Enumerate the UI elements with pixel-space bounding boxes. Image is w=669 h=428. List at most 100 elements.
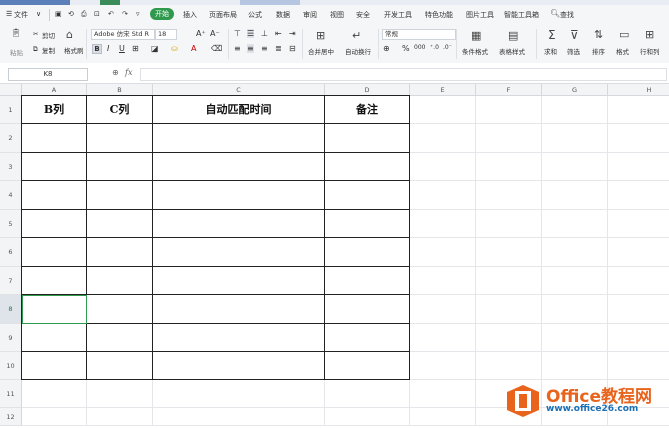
cell[interactable] [608, 96, 669, 124]
border-icon[interactable]: ⊞ [132, 44, 139, 53]
table-header-cell[interactable]: 备注 [325, 96, 410, 124]
row-header[interactable]: 6 [0, 238, 22, 267]
cell[interactable] [476, 267, 542, 295]
tab-security[interactable]: 安全 [356, 10, 370, 20]
currency-icon[interactable]: ⊕ [383, 44, 390, 53]
align-left-icon[interactable]: ≡ [234, 44, 241, 53]
conditional-format-button[interactable]: 条件格式 [462, 46, 488, 56]
cell[interactable] [410, 210, 476, 238]
row-header[interactable]: 1 [0, 96, 22, 124]
save-icon[interactable]: ▣ [55, 10, 62, 18]
cell[interactable] [476, 210, 542, 238]
tab-insert[interactable]: 插入 [183, 10, 197, 20]
cell[interactable] [410, 238, 476, 267]
cell[interactable] [325, 408, 410, 426]
row-col-icon[interactable]: ⊞ [645, 28, 654, 41]
zoom-icon[interactable]: ⊕ [112, 68, 119, 77]
table-cell[interactable] [153, 295, 325, 324]
italic-button[interactable]: I [107, 44, 109, 53]
undo-history-icon[interactable]: ⟲ [68, 10, 74, 18]
font-name-select[interactable]: Adobe 仿宋 Std R [91, 29, 155, 40]
fill-color-icon[interactable]: ◪ [151, 44, 159, 53]
wrap-text-icon[interactable]: ↵ [352, 29, 361, 42]
table-header-cell[interactable]: B列 [22, 96, 87, 124]
column-header[interactable]: D [325, 84, 410, 96]
table-cell[interactable] [153, 238, 325, 267]
table-cell[interactable] [325, 210, 410, 238]
table-style-button[interactable]: 表格样式 [499, 46, 525, 56]
cell[interactable] [476, 124, 542, 153]
align-center-icon[interactable]: ≡ [247, 44, 254, 53]
cell[interactable] [542, 352, 608, 380]
cell[interactable] [410, 324, 476, 352]
tab-picture-tools[interactable]: 图片工具 [466, 10, 494, 20]
cell[interactable] [410, 408, 476, 426]
merge-center-icon[interactable]: ⊞ [316, 29, 325, 42]
justify-icon[interactable]: ≣ [275, 44, 282, 53]
table-cell[interactable] [87, 352, 153, 380]
table-cell[interactable] [153, 210, 325, 238]
increase-font-icon[interactable]: A⁺ [196, 29, 206, 38]
table-cell[interactable] [153, 153, 325, 181]
row-header[interactable]: 4 [0, 181, 22, 210]
cell[interactable] [476, 96, 542, 124]
table-cell[interactable] [22, 153, 87, 181]
table-cell[interactable] [325, 124, 410, 153]
font-size-select[interactable]: 18 [155, 29, 177, 40]
table-cell[interactable] [87, 295, 153, 324]
quick-access-dropdown-icon[interactable]: ▿ [136, 10, 140, 18]
tab-review[interactable]: 审阅 [303, 10, 317, 20]
align-bottom-icon[interactable]: ⊥ [261, 29, 268, 38]
table-cell[interactable] [22, 352, 87, 380]
table-cell[interactable] [325, 295, 410, 324]
tab-smart-toolbox[interactable]: 智能工具箱 [504, 10, 539, 20]
table-cell[interactable] [153, 352, 325, 380]
cell[interactable] [608, 238, 669, 267]
cell[interactable] [608, 324, 669, 352]
tab-view[interactable]: 视图 [330, 10, 344, 20]
cell[interactable] [542, 181, 608, 210]
column-header[interactable]: B [87, 84, 153, 96]
row-header[interactable]: 8 [0, 295, 22, 324]
sum-icon[interactable]: Σ [548, 28, 556, 42]
table-cell[interactable] [22, 267, 87, 295]
sort-icon[interactable]: ⇅ [594, 28, 603, 41]
cell[interactable] [410, 153, 476, 181]
cell[interactable] [608, 267, 669, 295]
cell[interactable] [153, 380, 325, 408]
decrease-decimal-icon[interactable]: .0⁻ [443, 44, 452, 51]
clear-format-icon[interactable]: ⌫ [211, 44, 222, 53]
row-header[interactable]: 5 [0, 210, 22, 238]
cell[interactable] [608, 153, 669, 181]
menu-hamburger-icon[interactable]: ☰ [6, 10, 12, 18]
cell[interactable] [542, 153, 608, 181]
tab-data[interactable]: 数据 [276, 10, 290, 20]
fx-icon[interactable]: fx [125, 68, 132, 77]
decrease-font-icon[interactable]: A⁻ [210, 29, 220, 38]
cell[interactable] [22, 408, 87, 426]
table-cell[interactable] [153, 181, 325, 210]
table-cell[interactable] [22, 124, 87, 153]
cell[interactable] [87, 380, 153, 408]
formula-input[interactable] [140, 68, 667, 81]
cell[interactable] [542, 210, 608, 238]
column-header[interactable]: A [22, 84, 87, 96]
cell[interactable] [87, 408, 153, 426]
table-style-icon[interactable]: ▤ [508, 29, 518, 42]
align-middle-icon[interactable]: ☰ [247, 29, 255, 38]
chevron-down-icon[interactable]: ∨ [36, 10, 41, 18]
thousands-icon[interactable]: 000 [414, 44, 425, 51]
percent-icon[interactable]: % [402, 44, 410, 53]
column-header[interactable]: E [410, 84, 476, 96]
table-cell[interactable] [22, 210, 87, 238]
cell[interactable] [608, 124, 669, 153]
row-header[interactable]: 7 [0, 267, 22, 295]
cell[interactable] [410, 124, 476, 153]
format-button[interactable]: 格式 [616, 46, 629, 56]
copy-icon[interactable]: ⧉ [33, 45, 38, 54]
cut-button[interactable]: 剪切 [42, 30, 55, 40]
table-cell[interactable] [87, 124, 153, 153]
column-header[interactable]: G [542, 84, 608, 96]
cell[interactable] [410, 267, 476, 295]
table-cell[interactable] [325, 324, 410, 352]
